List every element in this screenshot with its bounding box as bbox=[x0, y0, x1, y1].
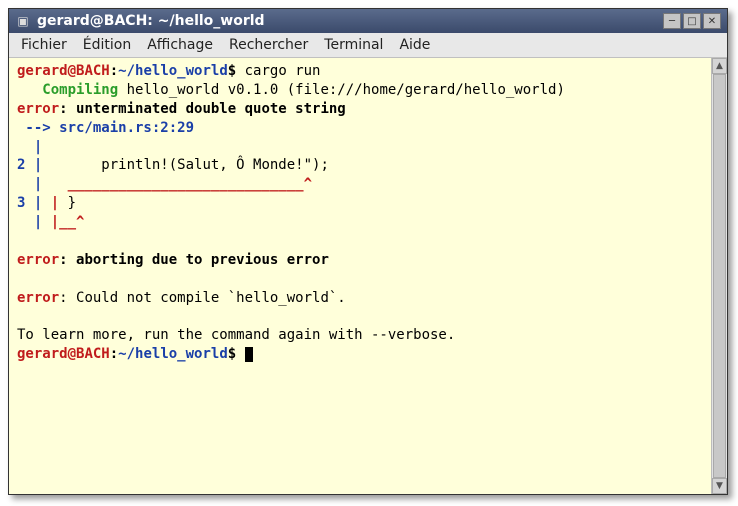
window-buttons: ─ □ ✕ bbox=[663, 13, 721, 29]
command-1: cargo run bbox=[236, 63, 320, 79]
gutter-pipe-2b: | bbox=[17, 176, 51, 192]
error1-label: error bbox=[17, 101, 59, 117]
prompt2-colon: : bbox=[110, 346, 118, 362]
window-title: gerard@BACH: ~/hello_world bbox=[37, 13, 657, 29]
menu-rechercher[interactable]: Rechercher bbox=[223, 36, 314, 54]
error-underline-2: ____________________________^ bbox=[51, 176, 312, 192]
learn-more-text: To learn more, run the command again wit… bbox=[17, 327, 455, 343]
scroll-thumb[interactable] bbox=[713, 74, 726, 478]
terminal-output[interactable]: gerard@BACH:~/hello_world$ cargo run Com… bbox=[9, 58, 711, 494]
compiling-label: Compiling bbox=[17, 82, 118, 98]
error2-label: error bbox=[17, 252, 59, 268]
error3-label: error bbox=[17, 290, 59, 306]
menu-terminal[interactable]: Terminal bbox=[318, 36, 389, 54]
prompt-path: ~/hello_world bbox=[118, 63, 228, 79]
terminal-window: ▣ gerard@BACH: ~/hello_world ─ □ ✕ Fichi… bbox=[8, 8, 728, 495]
menu-edition[interactable]: Édition bbox=[77, 36, 137, 54]
prompt-at: @ bbox=[68, 63, 76, 79]
prompt-host: BACH bbox=[76, 63, 110, 79]
gutter-pipe-3: | bbox=[25, 195, 42, 211]
scrollbar[interactable]: ▲ ▼ bbox=[711, 58, 727, 494]
menu-aide[interactable]: Aide bbox=[393, 36, 436, 54]
prompt2-at: @ bbox=[68, 346, 76, 362]
prompt2-dollar: $ bbox=[228, 346, 236, 362]
error3-text: : Could not compile `hello_world`. bbox=[59, 290, 346, 306]
error-underline-3: |__^ bbox=[51, 214, 85, 230]
prompt2-path: ~/hello_world bbox=[118, 346, 228, 362]
error1-text: : unterminated double quote string bbox=[59, 101, 346, 117]
titlebar[interactable]: ▣ gerard@BACH: ~/hello_world ─ □ ✕ bbox=[9, 9, 727, 33]
menu-affichage[interactable]: Affichage bbox=[141, 36, 219, 54]
menu-fichier[interactable]: Fichier bbox=[15, 36, 73, 54]
prompt2-host: BACH bbox=[76, 346, 110, 362]
source-line-2: println!(Salut, Ô Monde!"); bbox=[42, 157, 329, 173]
prompt-dollar: $ bbox=[228, 63, 236, 79]
scroll-track[interactable] bbox=[712, 74, 727, 478]
scroll-up-button[interactable]: ▲ bbox=[712, 58, 727, 74]
prompt2-user: gerard bbox=[17, 346, 68, 362]
scroll-down-button[interactable]: ▼ bbox=[712, 478, 727, 494]
prompt-colon: : bbox=[110, 63, 118, 79]
close-button[interactable]: ✕ bbox=[703, 13, 721, 29]
terminal-body: gerard@BACH:~/hello_world$ cargo run Com… bbox=[9, 58, 727, 494]
gutter-pipe-2: | bbox=[25, 157, 42, 173]
compiling-text: hello_world v0.1.0 (file:///home/gerard/… bbox=[118, 82, 565, 98]
gutter-pipe-3b: | bbox=[17, 214, 51, 230]
menubar: Fichier Édition Affichage Rechercher Ter… bbox=[9, 33, 727, 58]
cursor bbox=[245, 347, 253, 362]
error2-text: : aborting due to previous error bbox=[59, 252, 329, 268]
source-line-3: } bbox=[59, 195, 76, 211]
error-location: --> src/main.rs:2:29 bbox=[17, 120, 194, 136]
maximize-button[interactable]: □ bbox=[683, 13, 701, 29]
gutter-redpipe-3: | bbox=[42, 195, 59, 211]
gutter-pipe-1: | bbox=[17, 139, 42, 155]
prompt-user: gerard bbox=[17, 63, 68, 79]
terminal-icon: ▣ bbox=[15, 13, 31, 29]
minimize-button[interactable]: ─ bbox=[663, 13, 681, 29]
